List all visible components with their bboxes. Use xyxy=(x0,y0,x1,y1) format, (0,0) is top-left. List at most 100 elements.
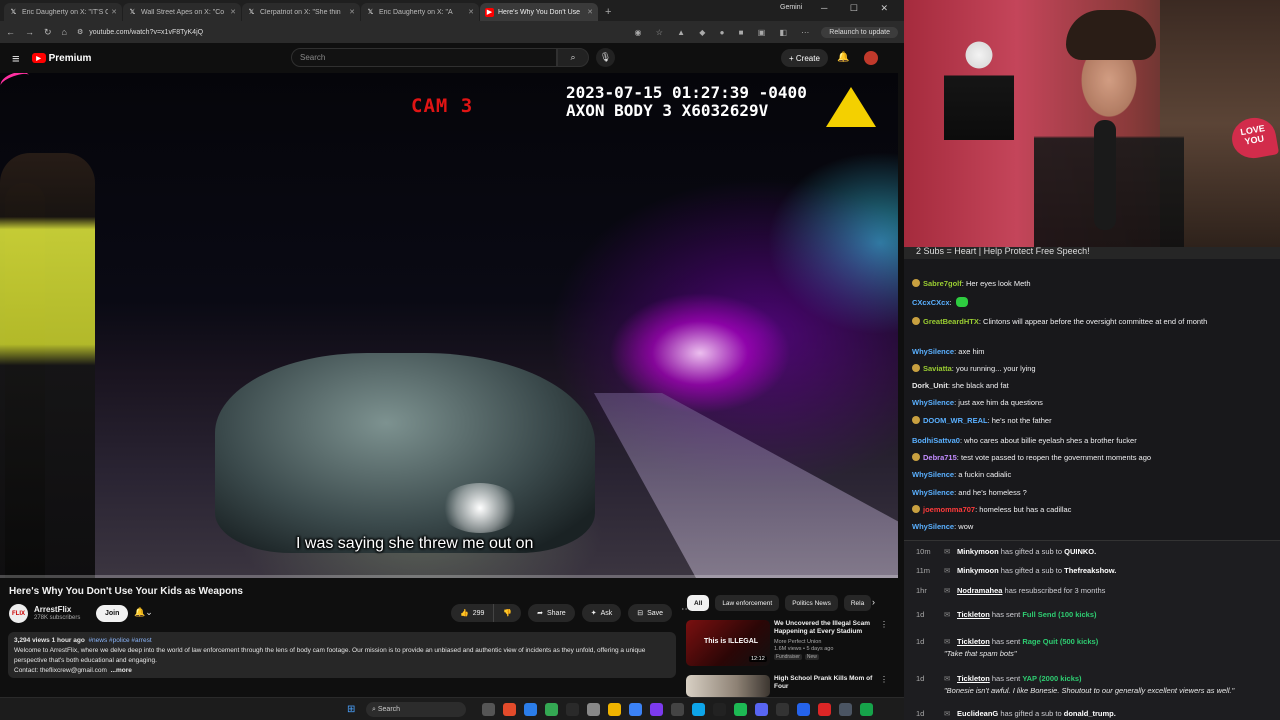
chat-username[interactable]: WhySilence xyxy=(912,347,954,356)
video-thumbnail[interactable] xyxy=(686,675,770,697)
event-username[interactable]: Tickleton xyxy=(957,610,990,619)
relaunch-button[interactable]: Relaunch to update xyxy=(821,26,898,38)
discord-icon[interactable] xyxy=(755,703,768,716)
extension-icons[interactable]: ◉ ☆ ▲ ◆ ● ■ ▣ ◧ ⋯ xyxy=(634,28,815,37)
video-description[interactable]: 3,294 views 1 hour ago #news #police #ar… xyxy=(8,632,676,678)
chat-badge-icon xyxy=(912,364,920,372)
chat-username[interactable]: BodhiSattva0 xyxy=(912,436,960,445)
taskbar-search[interactable]: ⌕ Search xyxy=(366,702,466,717)
chat-username[interactable]: Sabre7golf xyxy=(923,279,962,288)
chat-username[interactable]: GreatBeardHTX xyxy=(923,317,979,326)
browser-tab-active[interactable]: ▶ Here's Why You Don't Use ✕ xyxy=(480,3,598,21)
browser-tab[interactable]: 𝕏 Wall Street Apes on X: "Co ✕ xyxy=(123,3,241,21)
video-player[interactable]: CAM 3 2023-07-15 01:27:39 -0400 AXON BOD… xyxy=(0,73,898,578)
app-icon[interactable] xyxy=(503,703,516,716)
join-button[interactable]: Join xyxy=(96,605,129,622)
app-icon[interactable] xyxy=(776,703,789,716)
reload-icon[interactable]: ↻ xyxy=(44,27,52,38)
video-tags[interactable]: #news #police #arrest xyxy=(88,637,151,644)
browser-tab[interactable]: 𝕏 Eric Daugherty on X: "IT'S O ✕ xyxy=(4,3,122,21)
chip-related[interactable]: Rela xyxy=(843,595,872,611)
event-body: Minkymoon has gifted a sub to QUINKO. xyxy=(957,547,1096,557)
voice-search-button[interactable]: 🎙 xyxy=(596,48,615,67)
close-icon[interactable]: ✕ xyxy=(587,8,593,16)
subscribed-bell-icon[interactable]: 🔔⌄ xyxy=(134,607,153,618)
event-username[interactable]: Nodramahea xyxy=(957,586,1002,595)
app-icon[interactable] xyxy=(713,703,726,716)
app-icon[interactable] xyxy=(671,703,684,716)
video-progress-bar[interactable] xyxy=(0,575,898,578)
spotify-icon[interactable] xyxy=(734,703,747,716)
tab-title: Clerpatriot on X: "She thin xyxy=(260,8,341,16)
youtube-logo[interactable]: ▶ Premium xyxy=(31,53,91,64)
event-username[interactable]: EuclideanG xyxy=(957,709,998,718)
search-input[interactable]: Search xyxy=(291,48,557,67)
task-view-icon[interactable] xyxy=(482,703,495,716)
menu-icon[interactable]: ≡ xyxy=(12,51,20,66)
app-icon[interactable] xyxy=(818,703,831,716)
close-icon[interactable]: ✕ xyxy=(468,8,474,16)
event-username[interactable]: Minkymoon xyxy=(957,547,999,556)
chat-username[interactable]: joemomma707 xyxy=(923,505,975,514)
chat-username[interactable]: CXcxCXcx xyxy=(912,298,950,307)
like-button[interactable]: 👍 299 xyxy=(451,604,495,622)
windows-start-icon[interactable]: ⊞ xyxy=(347,704,355,715)
close-icon[interactable]: ✕ xyxy=(111,8,117,16)
chat-username[interactable]: WhySilence xyxy=(912,398,954,407)
event-body: Tickleton has sent Full Send (100 kicks) xyxy=(957,610,1097,620)
video-duration: 12:12 xyxy=(749,656,767,662)
close-icon[interactable]: ✕ xyxy=(349,8,355,16)
chrome-icon[interactable] xyxy=(545,703,558,716)
timestamp-line1: 2023-07-15 01:27:39 -0400 xyxy=(566,83,807,102)
ask-button[interactable]: ✦ Ask xyxy=(581,604,622,622)
chip-law-enforcement[interactable]: Law enforcement xyxy=(715,595,780,611)
channel-name[interactable]: ArrestFlix xyxy=(34,605,71,614)
chat-username[interactable]: DOOM_WR_REAL xyxy=(923,416,988,425)
app-icon[interactable] xyxy=(797,703,810,716)
app-icon[interactable] xyxy=(566,703,579,716)
site-info-icon[interactable]: ⚙ xyxy=(77,28,83,36)
forward-icon[interactable]: → xyxy=(25,27,34,37)
chat-username[interactable]: WhySilence xyxy=(912,470,954,479)
app-icon[interactable] xyxy=(839,703,852,716)
back-icon[interactable]: ← xyxy=(6,27,15,37)
app-icon[interactable] xyxy=(650,703,663,716)
share-label: Share xyxy=(547,609,566,617)
account-avatar[interactable] xyxy=(864,51,878,65)
chip-politics-news[interactable]: Politics News xyxy=(785,595,838,611)
more-options-icon[interactable]: ⋮ xyxy=(880,620,888,629)
chip-all[interactable]: All xyxy=(687,595,710,611)
chat-username[interactable]: WhySilence xyxy=(912,522,954,531)
app-icon[interactable] xyxy=(587,703,600,716)
gemini-button[interactable]: Gemini xyxy=(780,4,802,11)
event-username[interactable]: Tickleton xyxy=(957,637,990,646)
chat-username[interactable]: Saviatta xyxy=(923,364,952,373)
file-explorer-icon[interactable] xyxy=(608,703,621,716)
chat-username[interactable]: Debra715 xyxy=(923,453,957,462)
browser-tab[interactable]: 𝕏 Eric Daugherty on X: "A ✕ xyxy=(361,3,479,21)
dislike-button[interactable]: 👎 xyxy=(494,604,522,622)
description-more-link[interactable]: ...more xyxy=(111,667,132,674)
save-button[interactable]: ⊟ Save xyxy=(628,604,673,622)
more-options-icon[interactable]: ⋮ xyxy=(880,675,888,684)
notifications-bell-icon[interactable]: 🔔 xyxy=(837,52,849,63)
share-button[interactable]: ➦ Share xyxy=(528,604,575,622)
browser-tab[interactable]: 𝕏 Clerpatriot on X: "She thin ✕ xyxy=(242,3,360,21)
create-button[interactable]: + Create xyxy=(781,49,828,67)
search-button[interactable]: ⌕ xyxy=(557,48,589,67)
new-tab-button[interactable]: + xyxy=(605,6,611,18)
close-icon[interactable]: ✕ xyxy=(230,8,236,16)
chat-username[interactable]: WhySilence xyxy=(912,488,954,497)
url-field[interactable]: youtube.com/watch?v=x1vF8TyK4jQ xyxy=(89,29,634,36)
window-controls[interactable]: ─ ☐ ✕ xyxy=(821,3,898,14)
app-icon[interactable] xyxy=(524,703,537,716)
app-icon[interactable] xyxy=(860,703,873,716)
channel-avatar[interactable]: FLIX xyxy=(9,604,28,623)
chevron-right-icon[interactable]: › xyxy=(872,597,875,607)
event-username[interactable]: Minkymoon xyxy=(957,566,999,575)
event-username[interactable]: Tickleton xyxy=(957,674,990,683)
home-icon[interactable]: ⌂ xyxy=(62,27,67,37)
app-icon[interactable] xyxy=(692,703,705,716)
app-icon[interactable] xyxy=(629,703,642,716)
chat-username[interactable]: Dork_Unit xyxy=(912,381,948,390)
